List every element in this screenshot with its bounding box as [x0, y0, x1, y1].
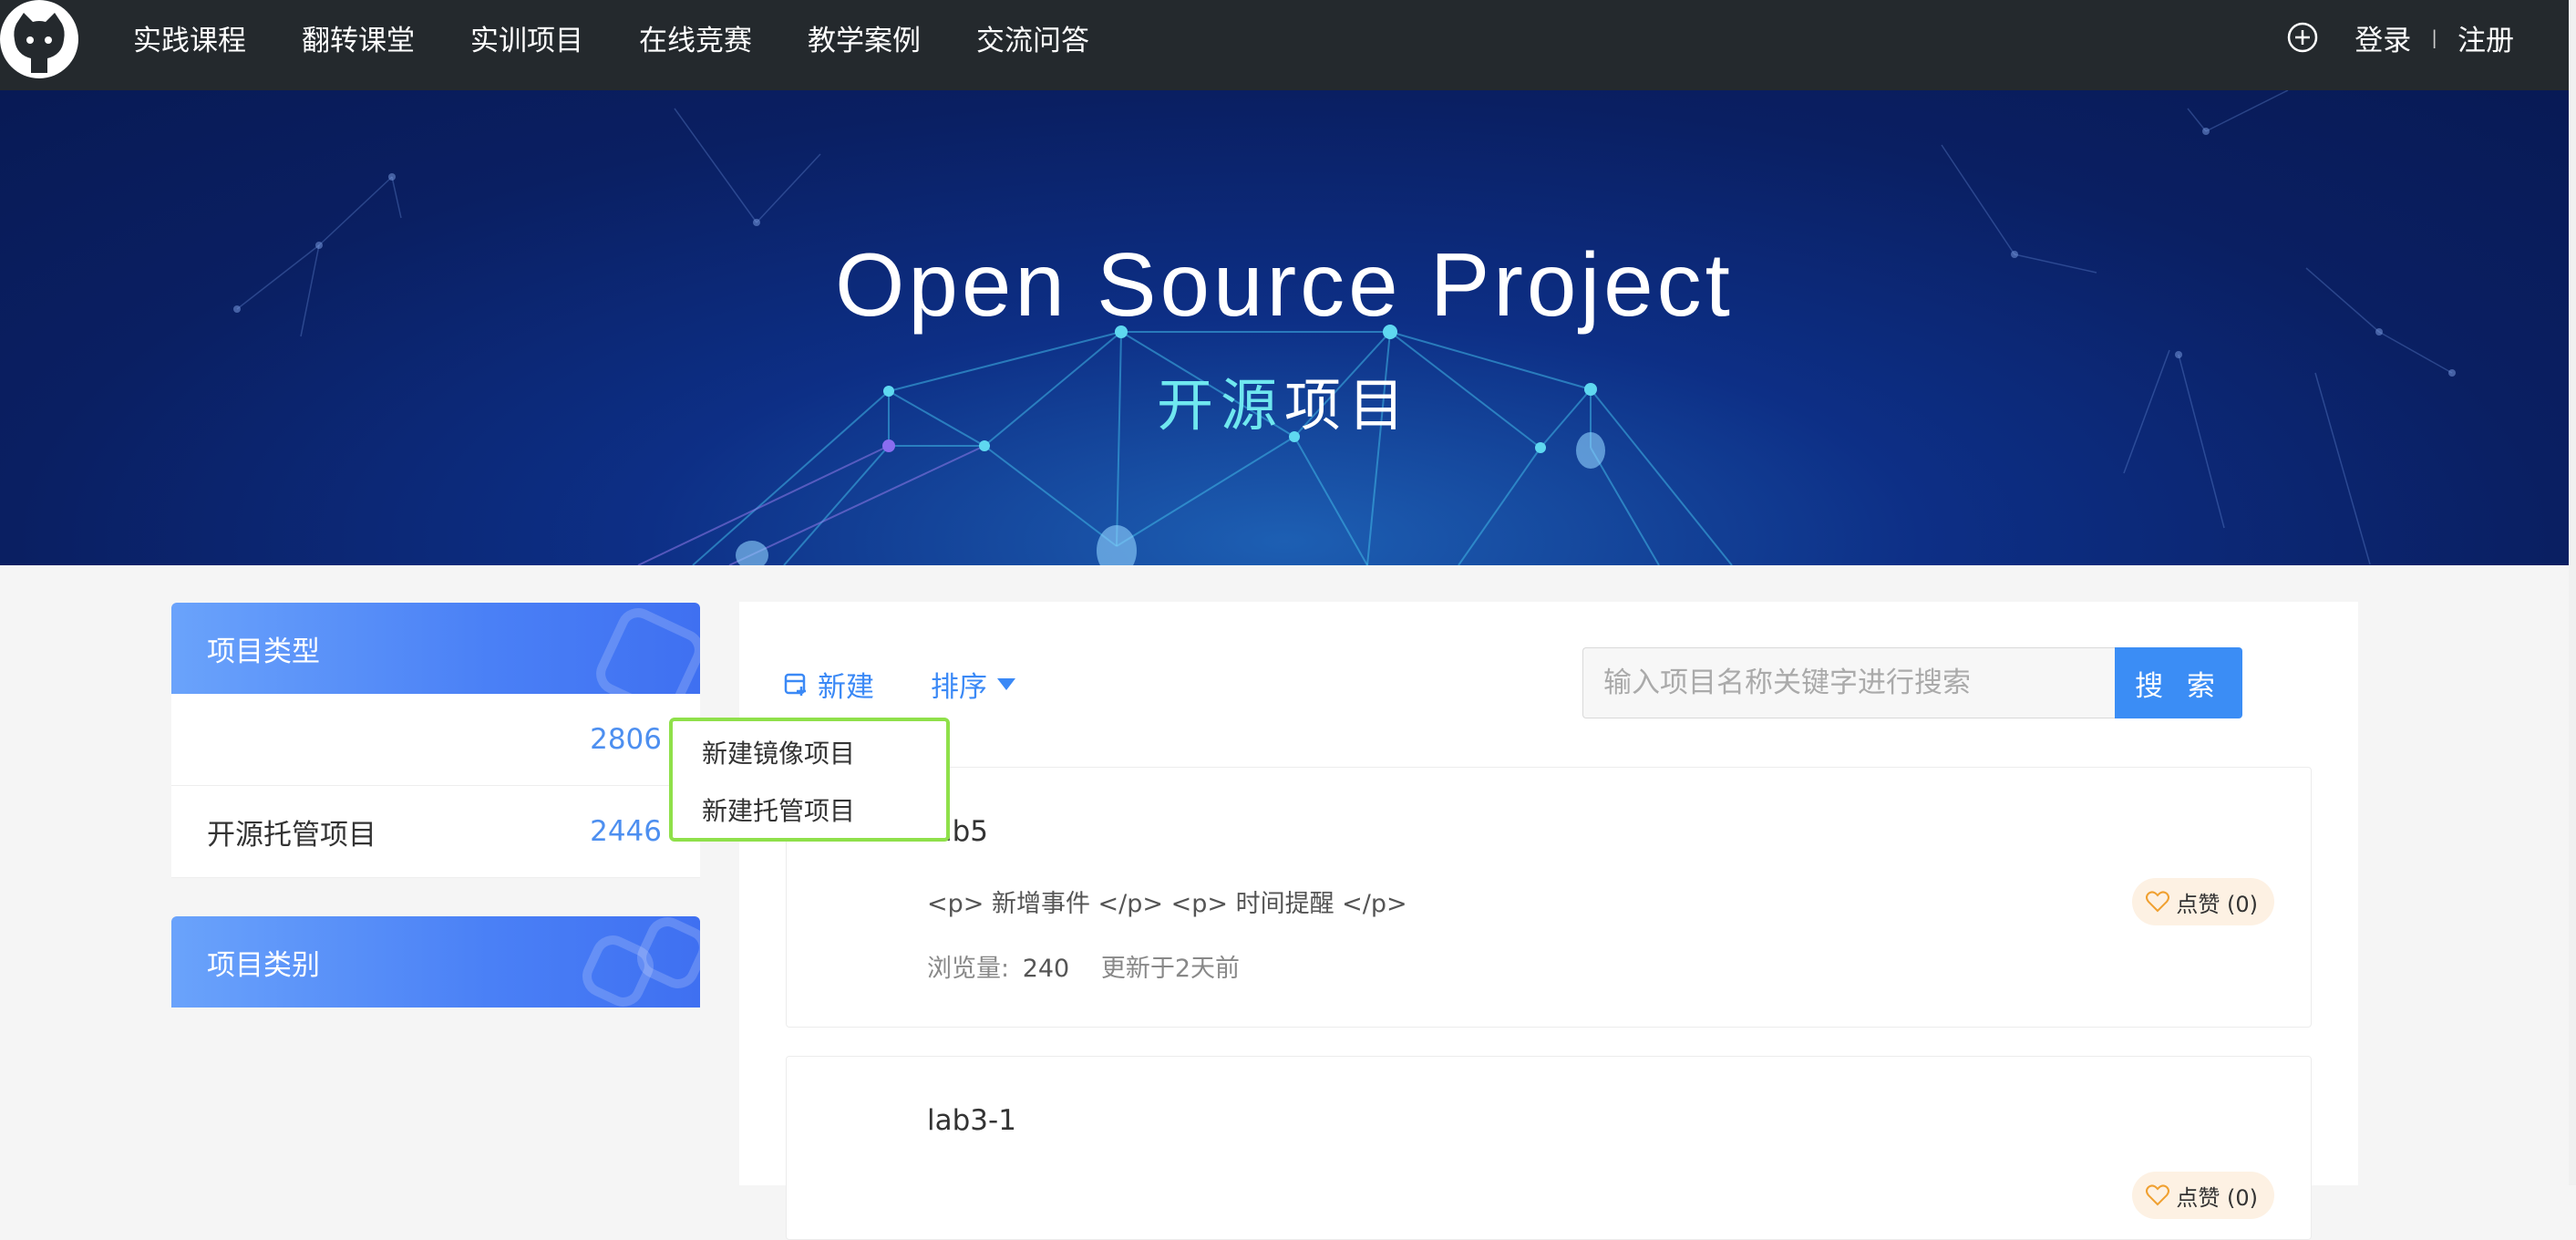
project-type-label: 开源托管项目 — [207, 818, 376, 852]
auth-separator: | — [2431, 26, 2437, 48]
banner-title: Open Source Project — [835, 234, 1734, 335]
like-button[interactable]: 点赞 (0) — [2132, 878, 2274, 925]
project-meta: 浏览量: 240 更新于2天前 — [927, 948, 1240, 984]
nav-item-qa[interactable]: 交流问答 — [976, 17, 1089, 58]
banner-subtitle-rest: 项目 — [1284, 372, 1413, 439]
project-type-header: 项目类型 — [171, 603, 700, 694]
banner-subtitle-highlight: 开源 — [1156, 372, 1284, 439]
like-button[interactable]: 点赞 (0) — [2132, 1172, 2274, 1219]
project-category-card: 项目类别 — [171, 916, 700, 1008]
project-type-card: 项目类型 2806 开源托管项目 2446 — [171, 603, 700, 878]
page-scrollbar[interactable] — [2569, 0, 2576, 1185]
plus-circle-icon[interactable] — [2287, 22, 2318, 53]
sort-dropdown[interactable]: 排序 — [931, 664, 1018, 705]
updated-time: 更新于2天前 — [1100, 955, 1241, 983]
heart-icon — [2146, 891, 2170, 913]
caret-down-icon — [997, 678, 1015, 690]
github-logo-icon[interactable] — [0, 0, 78, 78]
project-type-count: 2446 — [590, 815, 662, 848]
heart-icon — [2146, 1184, 2170, 1206]
project-list-panel: 新建 排序 搜 索 lab5 <p> 新增事件 </p> <p> 时间提醒 </… — [739, 602, 2358, 1240]
new-project-button[interactable]: 新建 — [783, 664, 874, 705]
views-label: 浏览量: — [927, 955, 1010, 983]
menu-item-new-mirror-project[interactable]: 新建镜像项目 — [702, 734, 855, 770]
new-project-icon — [784, 673, 806, 696]
project-title[interactable]: lab3-1 — [927, 1104, 1016, 1137]
login-link[interactable]: 登录 — [2354, 17, 2411, 58]
project-type-row-hosted[interactable]: 开源托管项目 2446 — [171, 786, 700, 878]
project-description: <p> 新增事件 </p> <p> 时间提醒 </p> — [927, 890, 1407, 918]
menu-item-new-hosted-project[interactable]: 新建托管项目 — [702, 791, 855, 828]
main-nav: 实践课程 翻转课堂 实训项目 在线竞赛 教学案例 交流问答 — [133, 0, 1145, 75]
hero-banner: Open Source Project 开源项目 — [0, 90, 2569, 565]
project-type-row-all[interactable]: 2806 — [171, 694, 700, 786]
nav-item-training-projects[interactable]: 实训项目 — [470, 17, 583, 58]
project-type-count: 2806 — [590, 723, 662, 756]
project-type-title: 项目类型 — [207, 635, 320, 668]
auth-area: 登录 | 注册 — [2287, 0, 2514, 75]
like-label: 点赞 (0) — [2176, 891, 2258, 917]
views-count: 240 — [1022, 955, 1070, 983]
project-category-header: 项目类别 — [171, 916, 700, 1008]
header-decoration-icon — [582, 917, 700, 1007]
project-card[interactable]: lab3-1 点赞 (0) — [786, 1056, 2312, 1240]
like-label: 点赞 (0) — [2176, 1184, 2258, 1211]
new-project-label: 新建 — [818, 670, 874, 704]
nav-item-teaching-cases[interactable]: 教学案例 — [808, 17, 921, 58]
project-card[interactable]: lab5 <p> 新增事件 </p> <p> 时间提醒 </p> 浏览量: 24… — [786, 767, 2312, 1028]
banner-subtitle: 开源项目 — [0, 359, 2569, 441]
search-bar: 搜 索 — [1582, 647, 2242, 718]
project-category-title: 项目类别 — [207, 948, 320, 982]
nav-item-flipped-classroom[interactable]: 翻转课堂 — [302, 17, 415, 58]
new-project-menu: 新建镜像项目 新建托管项目 — [669, 718, 950, 842]
list-toolbar: 新建 排序 — [783, 647, 1018, 720]
header-decoration-icon — [596, 608, 700, 694]
nav-item-practice-courses[interactable]: 实践课程 — [133, 17, 246, 58]
register-link[interactable]: 注册 — [2458, 17, 2514, 58]
search-button[interactable]: 搜 索 — [2115, 647, 2242, 718]
top-navbar: 实践课程 翻转课堂 实训项目 在线竞赛 教学案例 交流问答 登录 | 注册 — [0, 0, 2569, 90]
nav-item-online-contests[interactable]: 在线竞赛 — [639, 17, 752, 58]
sort-label: 排序 — [931, 670, 987, 704]
search-input[interactable] — [1582, 647, 2182, 718]
